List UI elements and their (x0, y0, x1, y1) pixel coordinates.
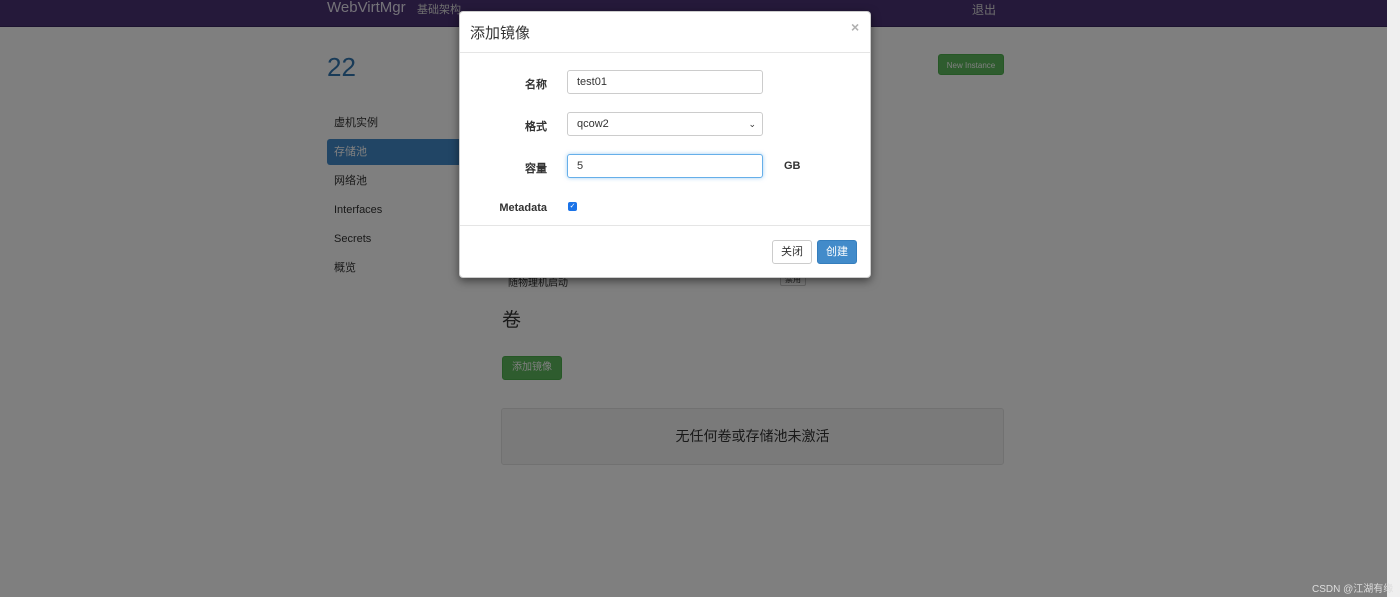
checkmark-icon: ✓ (569, 203, 576, 210)
scrollbar-track[interactable] (1387, 0, 1400, 597)
format-selected-value: qcow2 (577, 118, 609, 130)
watermark: CSDN @江湖有缘 (1312, 584, 1394, 595)
close-icon[interactable]: × (851, 19, 859, 35)
modal-header: 添加镜像 × (460, 12, 870, 53)
create-button[interactable]: 创建 (817, 240, 857, 264)
metadata-checkbox[interactable]: ✓ (568, 202, 577, 211)
capacity-input[interactable]: 5 (567, 154, 763, 178)
modal-footer: 关闭 创建 (460, 225, 870, 279)
name-input[interactable]: test01 (567, 70, 763, 94)
format-select[interactable]: qcow2 ⌄ (567, 112, 763, 136)
format-label: 格式 (525, 121, 547, 133)
add-image-modal: 添加镜像 × 名称 test01 格式 qcow2 ⌄ 容量 5 GB Meta… (459, 11, 871, 278)
capacity-label: 容量 (525, 163, 547, 175)
name-label: 名称 (525, 79, 547, 91)
modal-title: 添加镜像 (470, 25, 531, 42)
close-button[interactable]: 关闭 (772, 240, 812, 264)
metadata-label: Metadata (499, 202, 547, 214)
capacity-unit: GB (784, 160, 801, 172)
chevron-down-icon: ⌄ (748, 119, 756, 129)
